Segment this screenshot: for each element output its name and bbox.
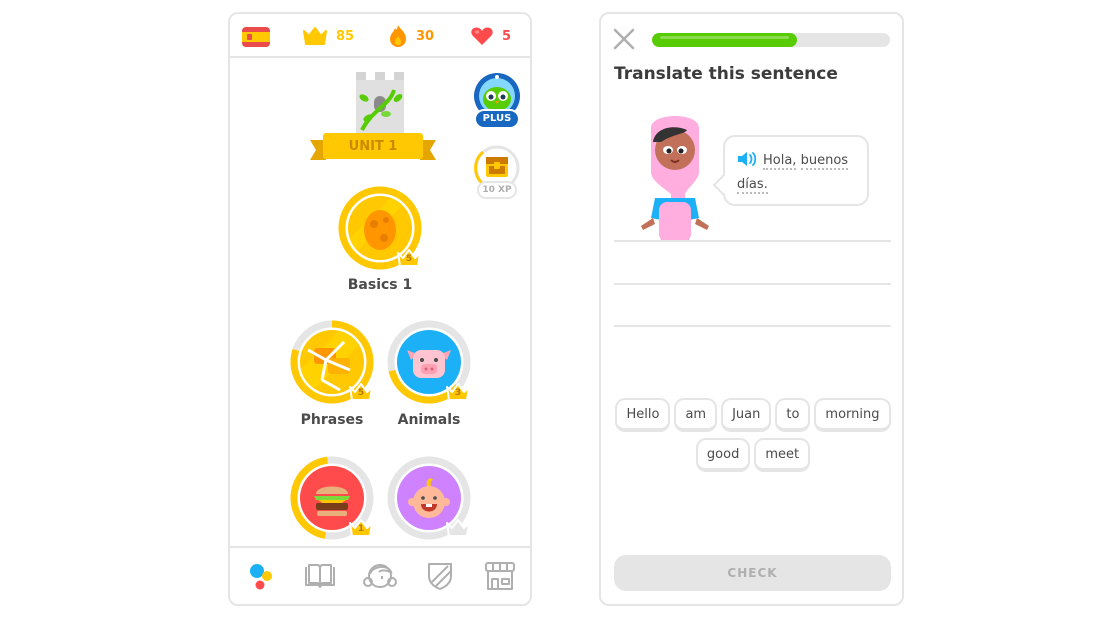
speech-bubble: Hola, buenos días. <box>723 135 869 206</box>
castle-icon <box>356 72 404 136</box>
avatar-icon <box>363 564 397 588</box>
prompt-word[interactable]: buenos <box>800 153 849 170</box>
answer-line <box>614 325 891 327</box>
word-bank-row-2: good meet <box>611 438 895 472</box>
skill-basics-1[interactable]: 5 <box>338 186 422 270</box>
heart-icon <box>471 27 493 45</box>
chest-xp-label: 10 XP <box>477 181 517 199</box>
skill-phrases[interactable]: 5 <box>290 320 374 404</box>
nav-leagues[interactable] <box>422 558 458 594</box>
prompt-word[interactable]: Hola, <box>763 153 797 170</box>
stats-bar: 85 30 5 <box>230 14 530 58</box>
word-tile[interactable]: am <box>674 398 718 432</box>
nav-stories[interactable] <box>302 558 338 594</box>
crowns-count: 85 <box>336 28 355 44</box>
close-icon[interactable] <box>613 28 635 50</box>
plus-label: PLUS <box>474 109 520 129</box>
nav-shop[interactable] <box>482 558 518 594</box>
lesson-progress-bar <box>652 33 890 47</box>
prompt-word[interactable]: días. <box>737 177 768 194</box>
chest-reward[interactable]: 10 XP <box>473 144 521 202</box>
word-bank-row-1: Hello am Juan to morning <box>611 398 895 432</box>
book-icon <box>305 564 335 588</box>
unit-label: UNIT 1 <box>348 139 398 154</box>
crown-level-badge <box>445 518 471 538</box>
shop-icon <box>485 562 515 590</box>
streak-count: 30 <box>416 28 435 44</box>
character-illustration <box>641 116 709 242</box>
crown-level-badge: 5 <box>396 248 422 268</box>
answer-line[interactable] <box>614 283 891 285</box>
word-tile[interactable]: Hello <box>615 398 671 432</box>
prompt-sentence: Hola, buenos días. <box>737 149 861 197</box>
word-tile[interactable]: good <box>695 438 751 472</box>
word-tile[interactable]: Juan <box>721 398 772 432</box>
crown-level-badge: 5 <box>348 382 374 402</box>
word-tile[interactable]: meet <box>754 438 811 472</box>
spain-flag-icon[interactable] <box>242 27 270 47</box>
word-tile[interactable]: to <box>775 398 811 432</box>
crowns-stat[interactable]: 85 <box>302 24 354 48</box>
fire-icon <box>390 25 406 47</box>
bottom-nav <box>230 546 530 604</box>
crown-icon <box>303 27 327 45</box>
unit-banner: UNIT 1 <box>310 130 436 166</box>
shield-icon <box>428 563 452 590</box>
skill-tree-screen: 85 30 5 UNIT 1 PLUS 10 XP 5 Basics 1 5 P… <box>228 12 532 606</box>
crown-level-badge: 1 <box>348 518 374 538</box>
hearts-count: 5 <box>502 28 512 44</box>
prompt-title: Translate this sentence <box>614 64 838 84</box>
nav-profile[interactable] <box>362 558 398 594</box>
speaker-icon[interactable] <box>737 151 757 167</box>
nav-learn[interactable] <box>242 558 278 594</box>
hearts-stat[interactable]: 5 <box>470 24 511 48</box>
skill-animals[interactable]: 3 <box>387 320 471 404</box>
skill-label: Basics 1 <box>347 277 413 293</box>
skill-food[interactable]: 1 <box>290 456 374 540</box>
crown-level-badge: 3 <box>445 382 471 402</box>
skill-family[interactable] <box>387 456 471 540</box>
skill-label: Animals <box>397 412 461 428</box>
lesson-progress-fill <box>652 33 798 47</box>
word-tile[interactable]: morning <box>814 398 891 432</box>
learn-dots-icon <box>250 564 272 590</box>
treasure-chest-icon <box>486 157 508 177</box>
answer-line <box>614 240 891 242</box>
translate-lesson-screen: Translate this sentence Hola, buenos días… <box>599 12 904 606</box>
check-button[interactable]: CHECK <box>614 555 891 591</box>
streak-stat[interactable]: 30 <box>388 24 434 48</box>
plus-badge[interactable]: PLUS <box>472 72 522 132</box>
